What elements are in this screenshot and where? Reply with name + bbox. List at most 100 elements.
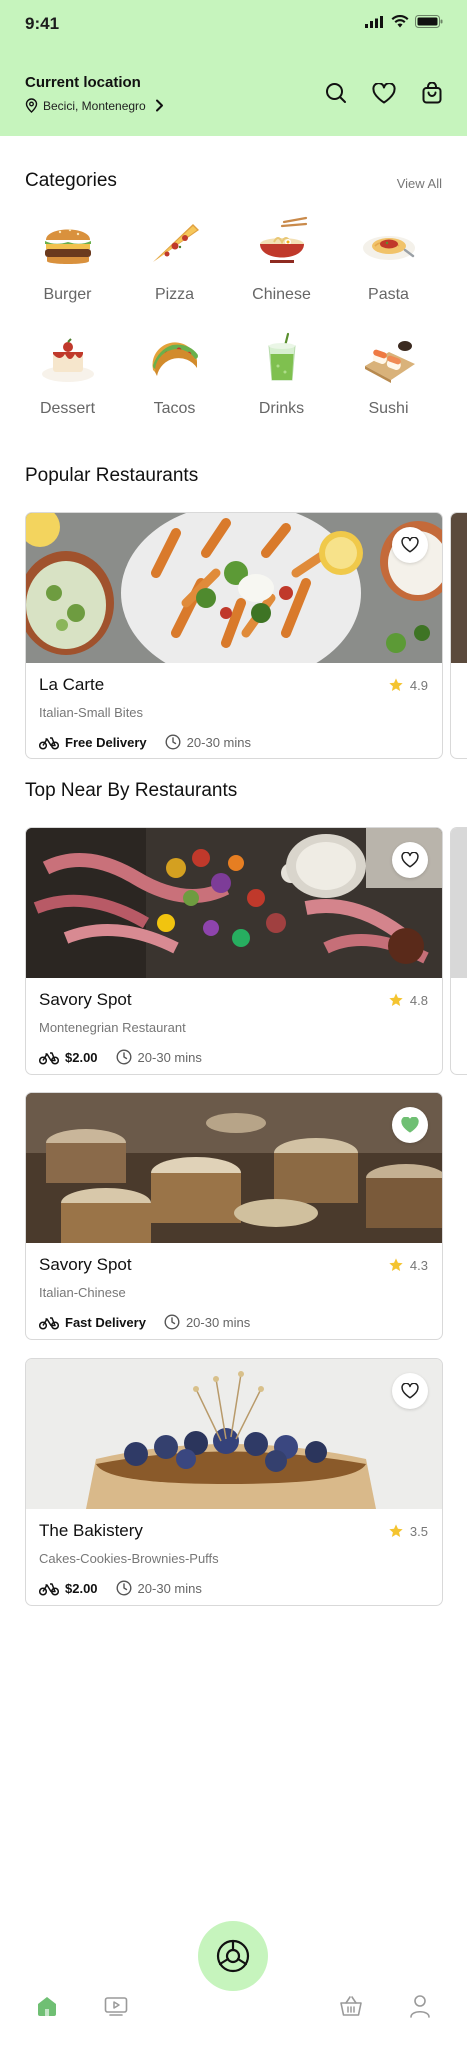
shopping-bag-icon bbox=[422, 82, 442, 104]
delivery-time: 20-30 mins bbox=[185, 1314, 251, 1330]
card-meta: $2.00 20-30 mins bbox=[39, 1049, 428, 1065]
nav-videos[interactable] bbox=[102, 1992, 130, 2020]
app-header: 9:41 Current location Becici, Montenegro bbox=[0, 0, 467, 136]
clock-icon bbox=[116, 1580, 132, 1596]
restaurant-image bbox=[26, 1359, 442, 1509]
pizza-icon bbox=[143, 212, 207, 276]
category-pizza[interactable]: Pizza bbox=[121, 212, 228, 304]
popular-title: Popular Restaurants bbox=[25, 465, 199, 486]
card-body: Savory Spot 4.3 Italian-Chinese Fast Del… bbox=[26, 1243, 442, 1330]
next-card-peek[interactable] bbox=[450, 827, 467, 1075]
time-info: 20-30 mins bbox=[116, 1580, 202, 1596]
basket-icon bbox=[340, 1996, 362, 2016]
search-icon bbox=[326, 83, 346, 103]
sushi-icon bbox=[357, 326, 421, 390]
view-all-link[interactable]: View All bbox=[397, 176, 442, 191]
category-label: Pasta bbox=[368, 286, 409, 303]
cart-button[interactable] bbox=[419, 80, 445, 106]
favorite-button[interactable] bbox=[392, 527, 428, 563]
star-icon bbox=[389, 678, 403, 691]
user-icon bbox=[410, 1995, 430, 2018]
category-sushi[interactable]: Sushi bbox=[335, 326, 442, 418]
favorite-button[interactable] bbox=[392, 1373, 428, 1409]
category-label: Chinese bbox=[252, 286, 311, 303]
location-value: Becici, Montenegro bbox=[43, 98, 146, 113]
heart-outline-icon bbox=[401, 852, 419, 868]
restaurant-cuisine: Italian-Chinese bbox=[39, 1285, 126, 1300]
restaurant-card[interactable]: La Carte 4.9 Italian-Small Bites Free De… bbox=[25, 512, 443, 759]
signal-icon bbox=[365, 15, 383, 28]
taco-icon bbox=[143, 326, 207, 390]
drink-icon bbox=[250, 326, 314, 390]
category-burger[interactable]: Burger bbox=[14, 212, 121, 304]
delivery-text: $2.00 bbox=[65, 1049, 98, 1065]
rating: 3.5 bbox=[388, 1523, 428, 1539]
delivery-text: $2.00 bbox=[65, 1580, 98, 1596]
wifi-icon bbox=[391, 15, 409, 28]
heart-outline-icon bbox=[401, 537, 419, 553]
card-meta: $2.00 20-30 mins bbox=[39, 1580, 428, 1596]
rating-value: 4.8 bbox=[409, 992, 428, 1008]
delivery-time: 20-30 mins bbox=[186, 734, 251, 750]
category-drinks[interactable]: Drinks bbox=[228, 326, 335, 418]
restaurant-card[interactable]: Savory Spot 4.3 Italian-Chinese Fast Del… bbox=[25, 1092, 443, 1340]
restaurant-image bbox=[26, 828, 442, 978]
heart-icon bbox=[372, 82, 396, 103]
status-icons bbox=[365, 15, 443, 28]
favorite-button[interactable] bbox=[392, 842, 428, 878]
time-info: 20-30 mins bbox=[116, 1049, 202, 1065]
restaurant-name: La Carte bbox=[39, 675, 105, 694]
delivery-text: Free Delivery bbox=[65, 734, 147, 750]
time-info: 20-30 mins bbox=[164, 1314, 250, 1330]
category-label: Dessert bbox=[39, 400, 96, 417]
home-icon bbox=[38, 1997, 56, 2016]
nav-basket[interactable] bbox=[337, 1992, 365, 2020]
restaurant-card[interactable]: The Bakistery 3.5 Cakes-Cookies-Brownies… bbox=[25, 1358, 443, 1606]
pie-chart-icon bbox=[216, 1939, 250, 1973]
card-body: The Bakistery 3.5 Cakes-Cookies-Brownies… bbox=[26, 1509, 442, 1596]
category-tacos[interactable]: Tacos bbox=[121, 326, 228, 418]
category-chinese[interactable]: Chinese bbox=[228, 212, 335, 304]
clock-icon bbox=[165, 734, 181, 750]
category-label: Pizza bbox=[154, 286, 195, 303]
card-body: Savory Spot 4.8 Montenegrian Restaurant … bbox=[26, 978, 442, 1065]
rating: 4.8 bbox=[388, 992, 428, 1008]
burger-icon bbox=[36, 212, 100, 276]
pasta-icon bbox=[357, 212, 421, 276]
location-selector[interactable]: Becici, Montenegro bbox=[25, 98, 164, 113]
star-icon bbox=[389, 1524, 403, 1537]
restaurant-cuisine: Montenegrian Restaurant bbox=[39, 1020, 186, 1035]
location-label: Current location bbox=[25, 74, 141, 91]
nearby-title: Top Near By Restaurants bbox=[25, 780, 238, 801]
nav-profile[interactable] bbox=[406, 1992, 434, 2020]
category-pasta[interactable]: Pasta bbox=[335, 212, 442, 304]
time-info: 20-30 mins bbox=[165, 734, 251, 750]
card-meta: Fast Delivery 20-30 mins bbox=[39, 1314, 428, 1330]
delivery-info: Free Delivery bbox=[39, 735, 147, 750]
search-button[interactable] bbox=[323, 80, 349, 106]
restaurant-card[interactable]: Savory Spot 4.8 Montenegrian Restaurant … bbox=[25, 827, 443, 1075]
delivery-info: Fast Delivery bbox=[39, 1315, 146, 1330]
next-card-peek[interactable] bbox=[450, 512, 467, 759]
rating: 4.3 bbox=[388, 1257, 428, 1273]
video-icon bbox=[104, 1997, 128, 2016]
cake-icon bbox=[36, 326, 100, 390]
category-label: Burger bbox=[43, 286, 92, 303]
chevron-right-icon bbox=[155, 99, 163, 112]
category-grid: Burger Pizza Chinese Pasta Dessert Tacos… bbox=[14, 212, 454, 418]
delivery-time: 20-30 mins bbox=[137, 1580, 202, 1596]
rating-value: 3.5 bbox=[409, 1523, 428, 1539]
center-action-button[interactable] bbox=[198, 1921, 268, 1991]
card-meta: Free Delivery 20-30 mins bbox=[39, 734, 428, 750]
rating: 4.9 bbox=[388, 677, 428, 693]
categories-title: Categories bbox=[25, 170, 117, 191]
favorite-button[interactable] bbox=[392, 1107, 428, 1143]
restaurant-image bbox=[26, 513, 442, 663]
delivery-info: $2.00 bbox=[39, 1050, 98, 1065]
favorites-button[interactable] bbox=[371, 80, 397, 106]
category-dessert[interactable]: Dessert bbox=[14, 326, 121, 418]
nav-home[interactable] bbox=[33, 1992, 61, 2020]
restaurant-cuisine: Cakes-Cookies-Brownies-Puffs bbox=[39, 1551, 219, 1566]
location-pin-icon bbox=[25, 98, 38, 113]
category-label: Drinks bbox=[258, 400, 305, 417]
